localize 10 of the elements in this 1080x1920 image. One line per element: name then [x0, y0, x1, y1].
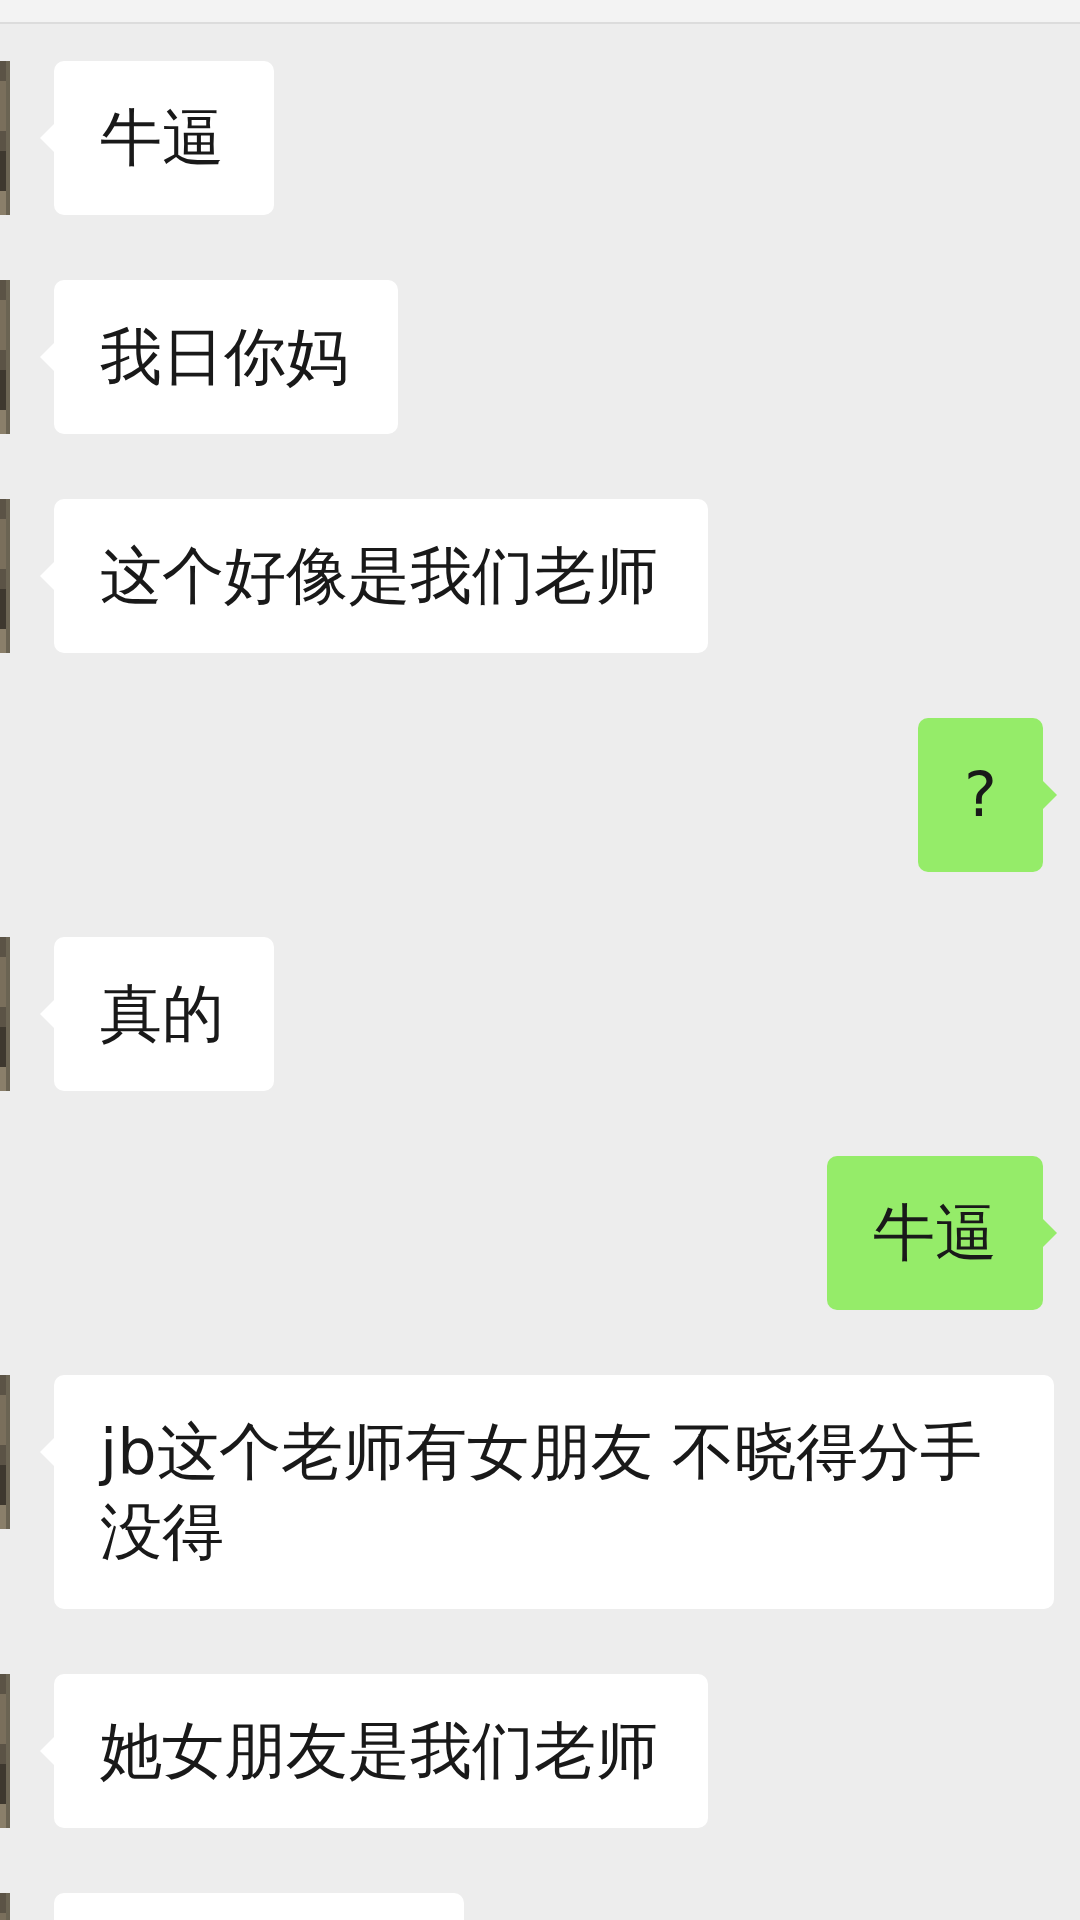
- bubble-tail: [1043, 1219, 1057, 1247]
- message-bubble: 这个好像是我们老师: [54, 499, 708, 653]
- message-bubble: 我日你妈: [54, 280, 398, 434]
- message-bubble: 她女朋友是我们老师: [54, 1674, 708, 1828]
- message-bubble: ?: [918, 718, 1043, 872]
- message-bubble: 真的: [54, 937, 274, 1091]
- message-bubble: 牛逼: [54, 61, 274, 215]
- message-bubble: 牛逼: [827, 1156, 1043, 1310]
- bubble-tail: [1043, 781, 1057, 809]
- message-bubble: jb这个老师有女朋友 不晓得分手没得: [54, 1375, 1054, 1609]
